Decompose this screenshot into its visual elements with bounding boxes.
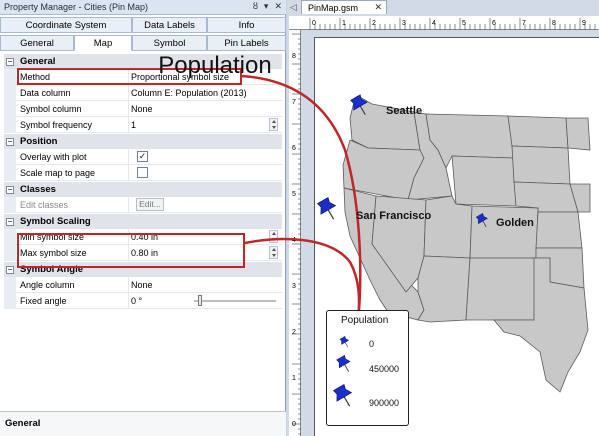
ruler-label: 9 xyxy=(582,20,586,27)
state-wyoming xyxy=(451,155,517,207)
ruler-label: 3 xyxy=(292,283,296,290)
ruler-label: 5 xyxy=(292,191,296,198)
city-label-san-francisco: San Francisco xyxy=(356,210,432,222)
san-francisco-pin-icon xyxy=(317,196,337,220)
legend-title: Population xyxy=(341,315,389,326)
ruler-label: 4 xyxy=(432,20,436,27)
ruler-label: 0 xyxy=(292,421,296,428)
horizontal-ruler-ticks: 0 1 2 3 4 5 6 7 8 9 xyxy=(309,18,596,30)
state-south-dakota xyxy=(511,145,571,185)
ruler-label: 6 xyxy=(492,20,496,27)
state-colorado xyxy=(469,205,539,259)
ruler-label: 7 xyxy=(522,20,526,27)
state-north-dakota xyxy=(507,115,569,149)
ruler-label: 8 xyxy=(552,20,556,27)
legend-entry-900000: 900000 xyxy=(369,398,400,408)
ruler-label: 2 xyxy=(292,329,296,336)
legend-entry-450000: 450000 xyxy=(369,364,400,374)
ruler-label: 2 xyxy=(372,20,376,27)
annotation-arrows xyxy=(241,74,362,323)
state-utah xyxy=(423,195,473,259)
state-minnesota xyxy=(565,117,591,151)
ruler-label: 3 xyxy=(402,20,406,27)
city-label-golden: Golden xyxy=(496,217,534,229)
state-kansas xyxy=(535,211,583,249)
ruler-label: 6 xyxy=(292,145,296,152)
city-label-seattle: Seattle xyxy=(386,105,423,117)
ruler-label: 0 xyxy=(312,20,316,27)
ruler-label: 1 xyxy=(342,20,346,27)
ruler-label: 1 xyxy=(292,375,296,382)
map-title: Population xyxy=(158,52,272,79)
ruler-label: 5 xyxy=(462,20,466,27)
arrow-method-to-legend xyxy=(241,74,362,323)
map-legend[interactable]: Population 0 450000 900000 xyxy=(326,310,409,426)
state-arizona xyxy=(417,255,471,323)
state-new-mexico xyxy=(465,257,537,321)
legend-entry-0: 0 xyxy=(369,339,375,349)
ruler-label: 7 xyxy=(292,99,296,106)
